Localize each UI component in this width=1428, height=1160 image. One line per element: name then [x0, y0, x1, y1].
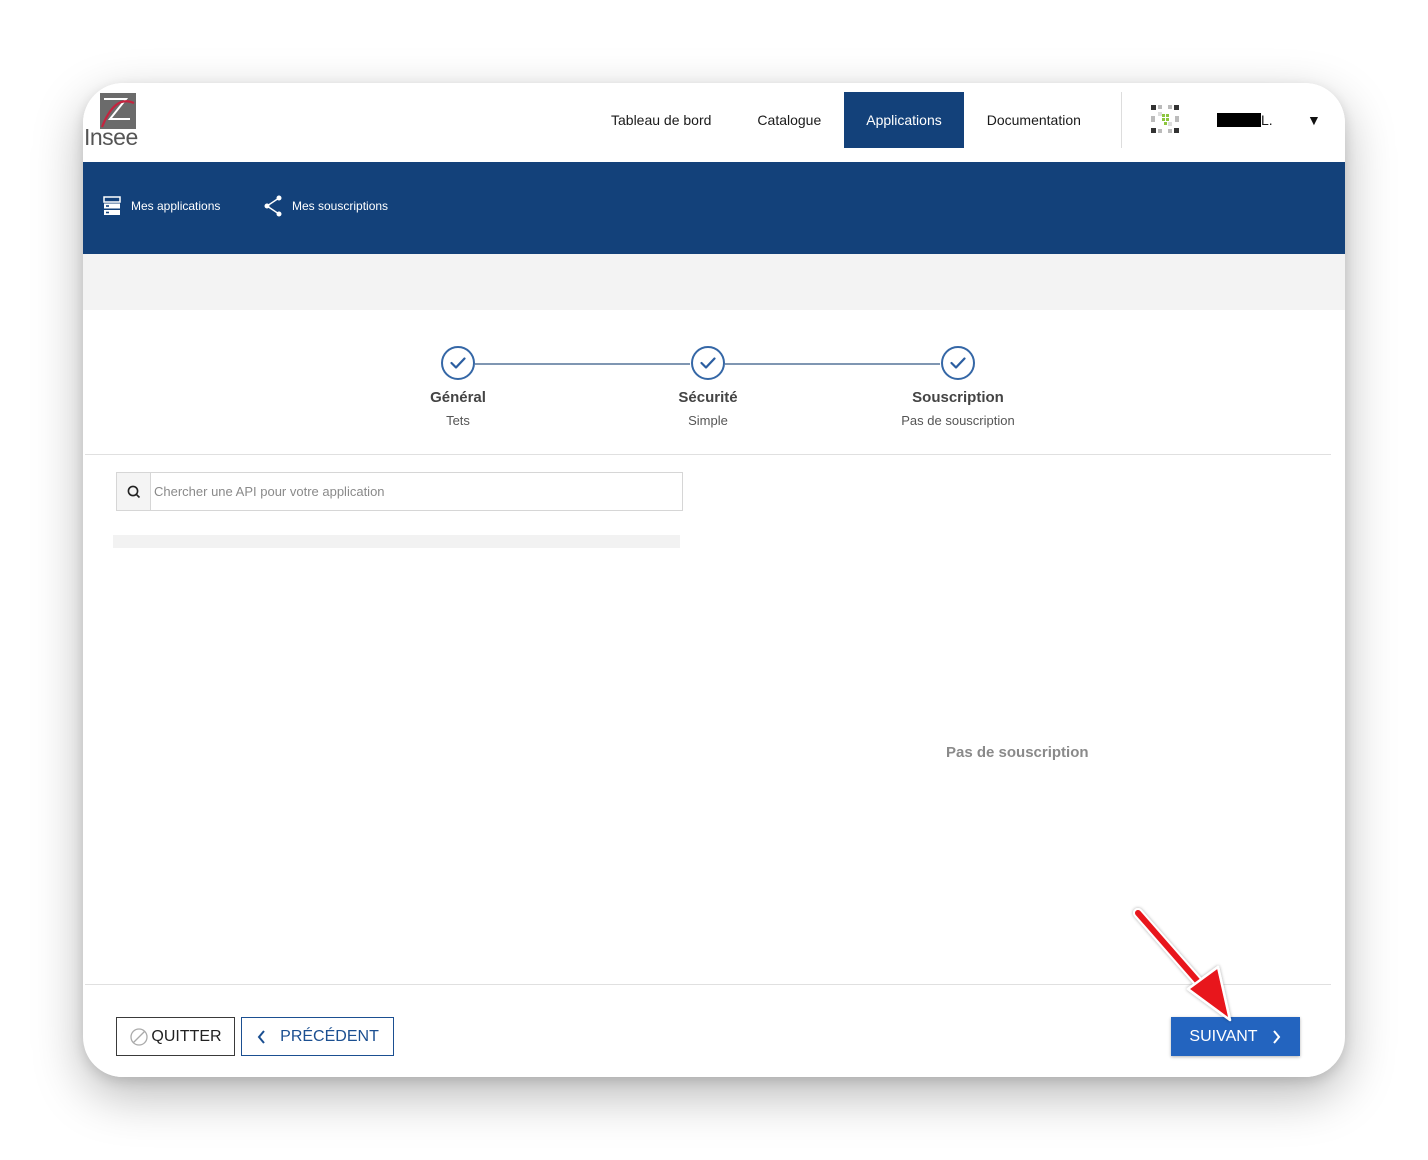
- share-icon: [263, 195, 283, 217]
- chevron-right-icon: [1272, 1029, 1280, 1044]
- step-souscription[interactable]: Souscription Pas de souscription: [858, 346, 1058, 428]
- insee-logo[interactable]: Insee: [83, 91, 143, 151]
- nav-applications[interactable]: Applications: [844, 92, 964, 148]
- subnav-mes-applications[interactable]: Mes applications: [102, 195, 220, 217]
- subnav-mes-souscriptions[interactable]: Mes souscriptions: [263, 195, 388, 217]
- nav-divider: [1121, 92, 1122, 148]
- search-button[interactable]: [117, 473, 151, 510]
- main-content: Général Tets Sécurité Simple Souscriptio…: [85, 310, 1331, 1077]
- next-button[interactable]: SUIVANT: [1171, 1017, 1300, 1056]
- logo-text: Insee: [84, 124, 138, 150]
- step-check-icon: [691, 346, 725, 380]
- user-name[interactable]: L.: [1217, 112, 1273, 128]
- next-label: SUIVANT: [1189, 1027, 1258, 1045]
- empty-subscriptions-message: Pas de souscription: [946, 744, 1089, 761]
- step-subtitle: Tets: [446, 413, 470, 428]
- step-title: Souscription: [912, 389, 1004, 406]
- previous-button[interactable]: PRÉCÉDENT: [241, 1017, 394, 1056]
- server-icon: [102, 195, 122, 217]
- footer-divider: [85, 984, 1331, 985]
- quit-button[interactable]: QUITTER: [116, 1017, 235, 1056]
- sub-nav: Mes applications Mes souscriptions: [83, 162, 1345, 254]
- step-subtitle: Simple: [688, 413, 728, 428]
- step-securite[interactable]: Sécurité Simple: [608, 346, 808, 428]
- search-input[interactable]: [151, 473, 682, 510]
- redacted-name: [1217, 113, 1261, 127]
- quit-label: QUITTER: [151, 1027, 222, 1045]
- nav-tableau-de-bord[interactable]: Tableau de bord: [588, 92, 734, 148]
- step-title: Général: [430, 389, 486, 406]
- step-subtitle: Pas de souscription: [901, 413, 1015, 428]
- user-avatar-icon[interactable]: [1149, 103, 1181, 135]
- api-list-placeholder: [113, 535, 680, 548]
- main-nav: Tableau de bord Catalogue Applications D…: [588, 92, 1104, 148]
- app-window: Insee Tableau de bord Catalogue Applicat…: [83, 83, 1345, 1077]
- cancel-icon: [130, 1027, 149, 1046]
- step-check-icon: [441, 346, 475, 380]
- user-menu-caret-icon[interactable]: ▼: [1307, 113, 1321, 127]
- top-header: Insee Tableau de bord Catalogue Applicat…: [83, 83, 1345, 162]
- step-general[interactable]: Général Tets: [358, 346, 558, 428]
- api-search: [116, 472, 683, 511]
- search-icon: [127, 485, 140, 498]
- subnav-label: Mes souscriptions: [292, 199, 389, 213]
- previous-label: PRÉCÉDENT: [280, 1027, 379, 1045]
- step-check-icon: [941, 346, 975, 380]
- gray-strip: [83, 254, 1345, 310]
- nav-catalogue[interactable]: Catalogue: [734, 92, 844, 148]
- nav-documentation[interactable]: Documentation: [964, 92, 1104, 148]
- subnav-label: Mes applications: [131, 199, 221, 213]
- user-name-suffix: L.: [1261, 112, 1273, 128]
- chevron-left-icon: [257, 1029, 265, 1044]
- stepper: Général Tets Sécurité Simple Souscriptio…: [85, 310, 1331, 455]
- step-title: Sécurité: [678, 389, 738, 406]
